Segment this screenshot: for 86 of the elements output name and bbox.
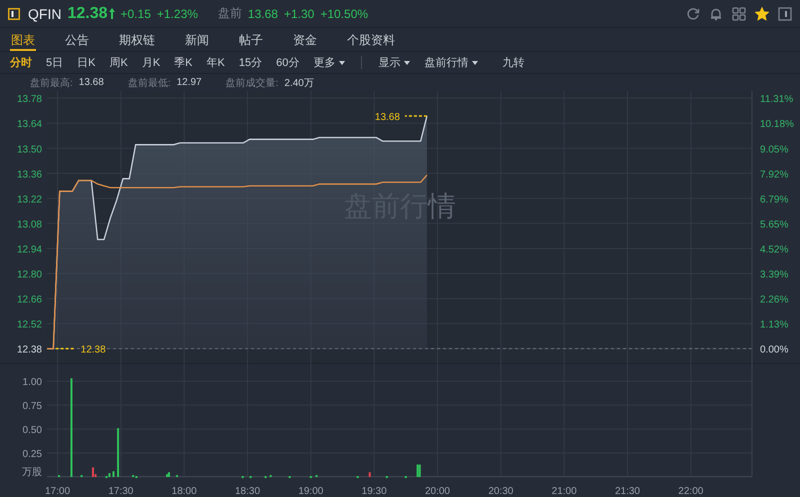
caret-icon bbox=[472, 60, 478, 64]
option-button[interactable]: 九转 bbox=[502, 55, 524, 70]
tab[interactable]: 资金 bbox=[292, 28, 318, 51]
stock-price: 12.38 bbox=[67, 4, 108, 22]
alert-button[interactable] bbox=[709, 6, 723, 20]
favorite-button[interactable] bbox=[755, 6, 769, 20]
axis-label: 12.52 bbox=[16, 320, 42, 331]
stat-value: 12.97 bbox=[176, 77, 202, 88]
marker-line bbox=[56, 348, 76, 350]
axis-label: 12.66 bbox=[16, 294, 42, 306]
axis-label: 0.00% bbox=[760, 344, 788, 356]
axis-label: 22:00 bbox=[678, 486, 704, 497]
tab[interactable]: 图表 bbox=[10, 28, 36, 51]
caret-icon bbox=[339, 60, 346, 64]
tab[interactable]: 期权链 bbox=[118, 28, 156, 51]
period-button[interactable]: 年K bbox=[206, 55, 225, 70]
period-button[interactable]: 季K bbox=[174, 55, 192, 70]
axis-label: 21:30 bbox=[614, 486, 640, 497]
tab[interactable]: 公告 bbox=[64, 28, 90, 51]
axis-label: 3.39% bbox=[760, 270, 788, 281]
stat-value: 2.40万 bbox=[284, 76, 314, 90]
axis-label: 12.38 bbox=[16, 344, 42, 356]
period-button[interactable]: 周K bbox=[109, 55, 128, 70]
stat-value: 13.68 bbox=[78, 77, 104, 88]
up-arrow-icon bbox=[108, 8, 114, 19]
stat-label: 盘前最高: bbox=[30, 76, 73, 90]
axis-label: 19:30 bbox=[362, 486, 387, 497]
stock-icon bbox=[8, 8, 20, 20]
session-price: 13.68 bbox=[248, 6, 278, 20]
axis-label: 18:00 bbox=[172, 486, 197, 497]
panel-button[interactable] bbox=[778, 6, 792, 20]
axis-label: 21:00 bbox=[552, 486, 577, 497]
tab[interactable]: 个股资料 bbox=[346, 28, 396, 51]
axis-label: 1.00 bbox=[22, 377, 42, 388]
tab[interactable]: 帖子 bbox=[238, 28, 264, 51]
axis-label: 19:00 bbox=[298, 486, 324, 497]
dropdown-button[interactable]: 盘前行情 bbox=[424, 55, 478, 70]
axis-label: 0.25 bbox=[22, 449, 42, 460]
session-change: +1.30 bbox=[284, 6, 314, 20]
axis-label: 20:00 bbox=[424, 486, 450, 497]
axis-label: 7.92% bbox=[760, 169, 788, 180]
axis-label: 2.26% bbox=[760, 294, 788, 306]
price-marker-label: 13.68 bbox=[374, 112, 400, 124]
dropdown-button[interactable]: 更多 bbox=[313, 55, 346, 70]
axis-label: 13.50 bbox=[16, 144, 42, 156]
axis-label: 13.36 bbox=[16, 169, 42, 180]
axis-label: 20:30 bbox=[488, 486, 514, 497]
axis-label: 5.65% bbox=[760, 219, 788, 230]
stat-label: 盘前成交量: bbox=[226, 76, 278, 90]
period-button[interactable]: 5日 bbox=[46, 55, 64, 70]
period-button[interactable]: 60分 bbox=[276, 55, 300, 70]
axis-label: 12.94 bbox=[16, 244, 42, 256]
axis-label: 万股 bbox=[22, 467, 42, 478]
percent-change: +1.23% bbox=[156, 6, 198, 20]
axis-label: 17:00 bbox=[45, 486, 70, 497]
period-button[interactable]: 15分 bbox=[238, 55, 262, 70]
dropdown-button[interactable]: 显示 bbox=[378, 55, 410, 70]
axis-label: 4.52% bbox=[760, 244, 788, 256]
axis-label: 11.31% bbox=[760, 94, 794, 106]
axis-label: 17:30 bbox=[108, 486, 134, 497]
period-button[interactable]: 分时 bbox=[10, 55, 32, 70]
price-marker-label: 12.38 bbox=[80, 344, 106, 356]
axis-label: 18:30 bbox=[235, 486, 260, 497]
axis-label: 6.79% bbox=[760, 194, 788, 206]
axis-label: 9.05% bbox=[760, 144, 788, 156]
refresh-button[interactable] bbox=[686, 6, 700, 20]
axis-label: 10.18% bbox=[760, 119, 794, 130]
caret-icon bbox=[404, 60, 410, 64]
axis-label: 0.75 bbox=[22, 401, 42, 412]
stat-label: 盘前最低: bbox=[128, 76, 171, 90]
session-percent-change: +10.50% bbox=[320, 6, 368, 20]
axis-label: 13.22 bbox=[16, 194, 42, 206]
price-change: +0.15 bbox=[120, 6, 151, 20]
session-label: 盘前 bbox=[218, 5, 242, 22]
axis-label: 0.50 bbox=[22, 425, 42, 436]
axis-label: 12.80 bbox=[16, 270, 42, 281]
period-button[interactable]: 日K bbox=[77, 55, 96, 70]
period-button[interactable]: 月K bbox=[142, 55, 160, 70]
marker-line bbox=[404, 115, 427, 117]
axis-label: 13.78 bbox=[16, 94, 42, 106]
tab[interactable]: 新闻 bbox=[184, 28, 210, 51]
axis-label: 13.08 bbox=[16, 219, 42, 230]
axis-label: 13.64 bbox=[16, 119, 42, 130]
grid-button[interactable] bbox=[732, 6, 746, 20]
axis-label: 1.13% bbox=[760, 320, 788, 331]
stock-symbol: QFIN bbox=[28, 6, 62, 22]
